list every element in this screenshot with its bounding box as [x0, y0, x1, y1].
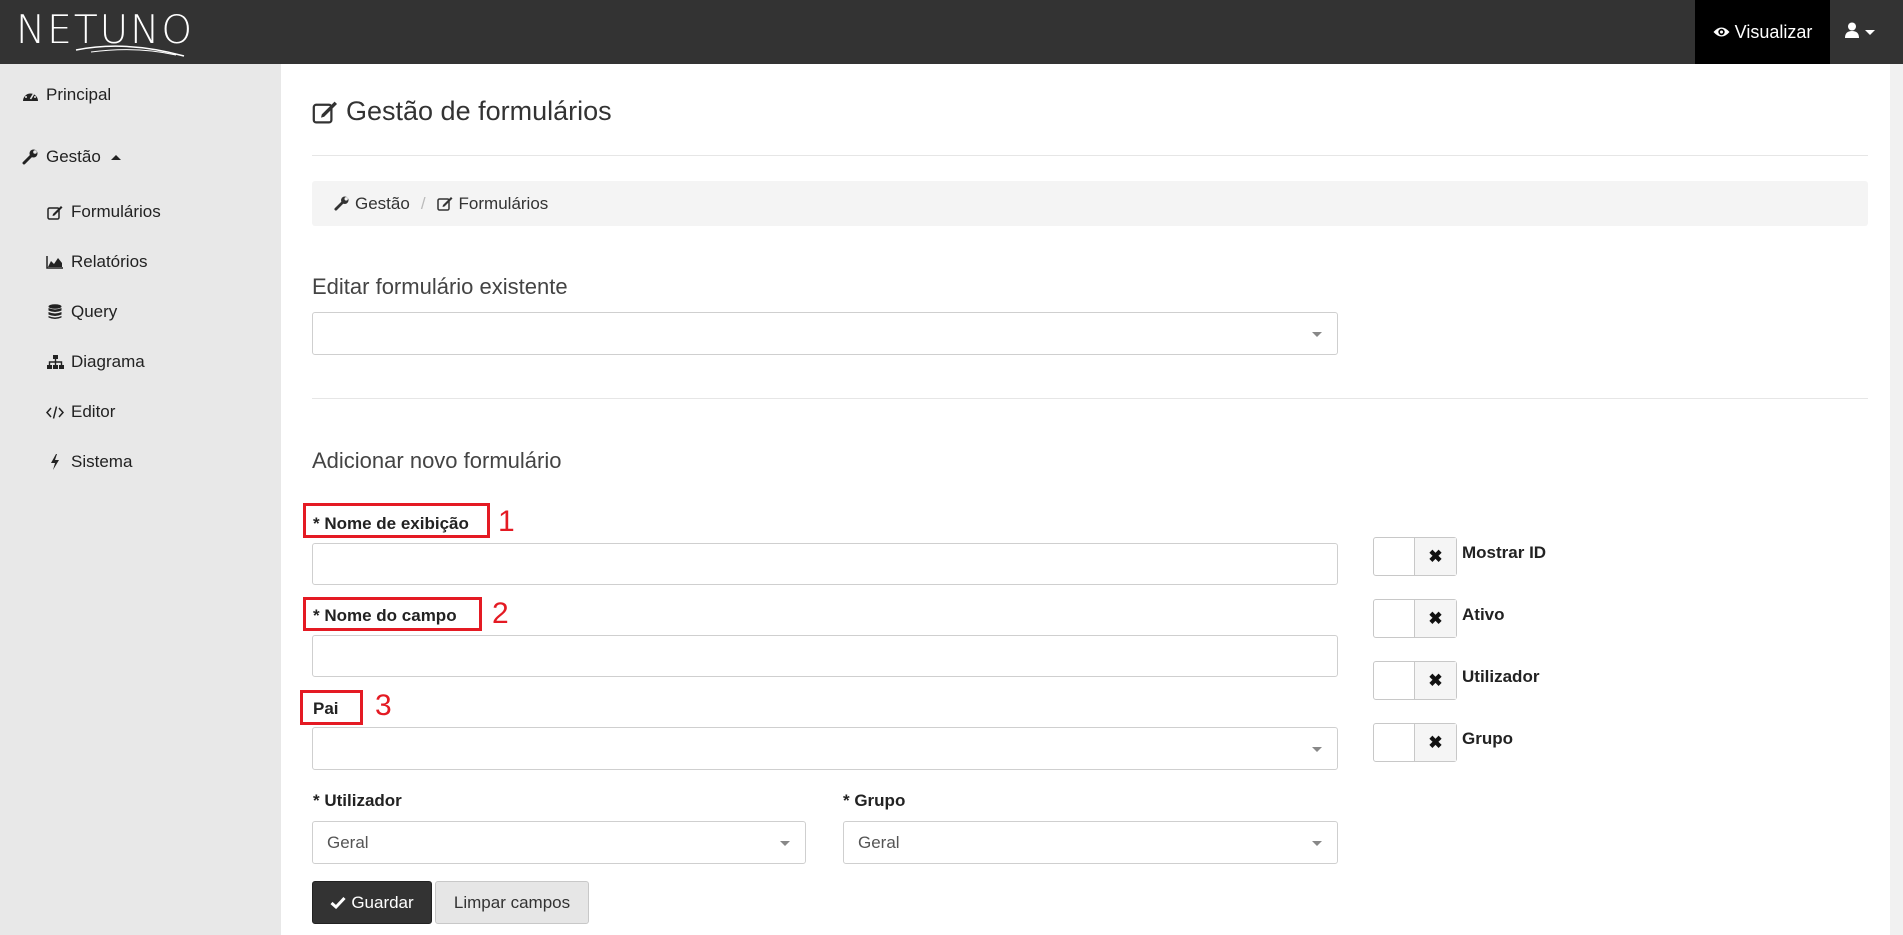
user-icon [1845, 22, 1859, 43]
logo-wave-icon [75, 45, 185, 57]
annotation-number-2: 2 [492, 597, 509, 630]
close-icon: ✖ [1414, 662, 1456, 699]
sidebar-item-gestao[interactable]: Gestão [21, 147, 121, 167]
divider [312, 155, 1868, 156]
chevron-down-icon [780, 841, 790, 846]
parent-select[interactable] [312, 727, 1338, 770]
check-icon [330, 896, 346, 909]
page-scrollbar[interactable] [1890, 64, 1903, 935]
toggle-mostrar-id[interactable]: ✖ [1373, 537, 1457, 576]
area-chart-icon [46, 253, 64, 271]
close-icon: ✖ [1414, 600, 1456, 637]
annotation-number-3: 3 [375, 689, 392, 722]
group-select[interactable]: Geral [843, 821, 1338, 864]
display-name-label: * Nome de exibição [313, 514, 469, 533]
netuno-logo[interactable]: NETUNO [16, 6, 192, 60]
sidebar-item-label: Sistema [71, 452, 133, 471]
toggle-label-ativo: Ativo [1462, 605, 1505, 624]
breadcrumb-item-formularios[interactable]: Formulários [436, 193, 549, 214]
breadcrumb-label: Gestão [355, 193, 410, 213]
close-icon: ✖ [1414, 538, 1456, 575]
visualizar-label: Visualizar [1734, 21, 1813, 42]
eye-icon [1713, 26, 1730, 38]
toggle-label-utilizador: Utilizador [1462, 667, 1540, 686]
group-label: * Grupo [843, 791, 906, 810]
sidebar-item-label: Diagrama [71, 352, 145, 371]
close-icon: ✖ [1414, 724, 1456, 761]
sidebar-item-label: Gestão [46, 147, 101, 166]
display-name-input[interactable] [312, 543, 1338, 585]
chevron-down-icon [1312, 332, 1322, 337]
parent-label: Pai [313, 699, 339, 718]
save-button[interactable]: Guardar [312, 881, 432, 924]
bolt-icon [46, 453, 64, 471]
chevron-up-icon [110, 154, 121, 160]
field-name-input[interactable] [312, 635, 1338, 677]
sitemap-icon [46, 353, 64, 371]
sidebar-item-relatorios[interactable]: Relatórios [46, 252, 148, 272]
sidebar-item-label: Principal [46, 85, 112, 104]
clear-fields-button[interactable]: Limpar campos [435, 881, 589, 924]
database-icon [46, 303, 64, 321]
sidebar-item-label: Formulários [71, 202, 161, 221]
field-name-label: * Nome do campo [313, 606, 457, 625]
toggle-ativo[interactable]: ✖ [1373, 599, 1457, 638]
wrench-icon [334, 196, 349, 211]
sidebar-item-label: Relatórios [71, 252, 148, 271]
user-label: * Utilizador [313, 791, 402, 810]
sidebar-item-editor[interactable]: Editor [46, 402, 115, 422]
save-button-label: Guardar [351, 892, 414, 912]
select-value: Geral [327, 832, 369, 852]
edit-icon [312, 100, 338, 124]
edit-icon [46, 203, 64, 221]
annotation-number-1: 1 [498, 505, 515, 538]
breadcrumb-separator: / [420, 193, 426, 213]
user-select[interactable]: Geral [312, 821, 806, 864]
toggle-utilizador[interactable]: ✖ [1373, 661, 1457, 700]
wrench-icon [21, 148, 39, 166]
breadcrumb: Gestão / Formulários [312, 181, 1868, 226]
sidebar-item-formularios[interactable]: Formulários [46, 202, 161, 222]
user-menu-button[interactable] [1830, 0, 1890, 64]
edit-section-title: Editar formulário existente [312, 274, 568, 299]
clear-button-label: Limpar campos [453, 892, 571, 912]
sidebar-item-label: Editor [71, 402, 116, 421]
chevron-down-icon [1312, 747, 1322, 752]
existing-form-select[interactable] [312, 312, 1338, 355]
visualizar-button[interactable]: Visualizar [1695, 0, 1830, 64]
sidebar-item-sistema[interactable]: Sistema [46, 452, 132, 472]
page-title-text: Gestão de formulários [346, 96, 612, 126]
toggle-label-mostrar-id: Mostrar ID [1462, 543, 1547, 562]
toggle-grupo[interactable]: ✖ [1373, 723, 1457, 762]
sidebar-item-diagrama[interactable]: Diagrama [46, 352, 145, 372]
edit-icon [436, 196, 453, 211]
breadcrumb-label: Formulários [458, 193, 549, 213]
code-icon [46, 403, 64, 421]
page-title: Gestão de formulários [312, 96, 612, 127]
sidebar-item-principal[interactable]: Principal [21, 85, 111, 105]
divider [312, 398, 1868, 399]
sidebar: Principal Gestão Formulários Relatórios … [0, 64, 281, 935]
chevron-down-icon [1312, 841, 1322, 846]
dashboard-icon [21, 86, 39, 104]
chevron-down-icon [1865, 29, 1875, 35]
add-section-title: Adicionar novo formulário [312, 448, 562, 473]
sidebar-item-label: Query [71, 302, 118, 321]
select-value: Geral [858, 832, 900, 852]
breadcrumb-item-gestao[interactable]: Gestão [334, 194, 410, 214]
sidebar-item-query[interactable]: Query [46, 302, 117, 322]
top-navbar: NETUNO Visualizar [0, 0, 1903, 64]
toggle-label-grupo: Grupo [1462, 729, 1513, 748]
